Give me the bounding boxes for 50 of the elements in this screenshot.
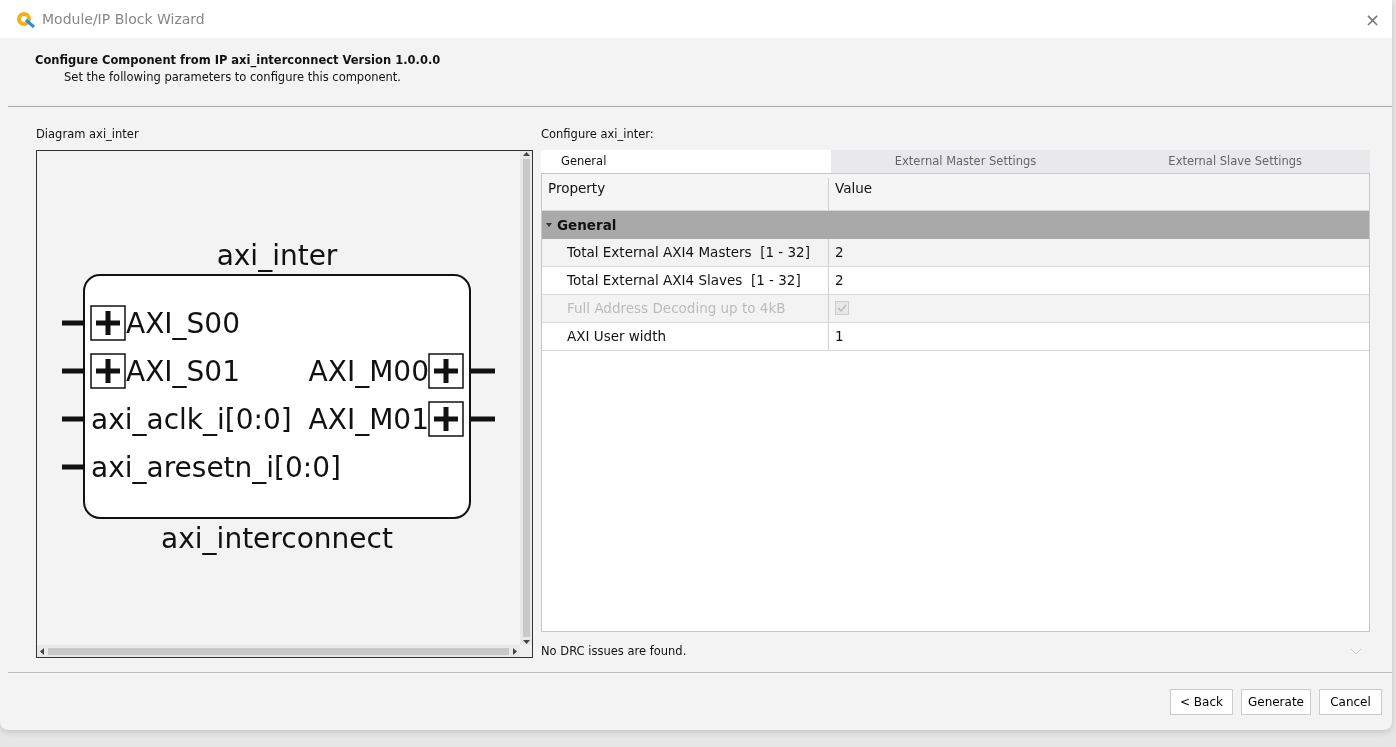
port-label: AXI_S00 xyxy=(126,307,240,340)
horizontal-scrollbar[interactable] xyxy=(37,645,520,657)
port-stub xyxy=(62,320,84,326)
instance-name: axi_inter xyxy=(216,239,338,272)
scroll-up-icon[interactable] xyxy=(522,151,530,157)
port-stub xyxy=(62,368,84,374)
footer-button[interactable]: Generate xyxy=(1240,688,1311,715)
port-stub xyxy=(470,416,495,422)
footer-button[interactable]: < Back xyxy=(1169,688,1233,715)
expand-icon[interactable] xyxy=(428,401,464,437)
tab[interactable]: External Master Settings xyxy=(830,149,1101,173)
column-header: Property xyxy=(548,178,606,198)
vertical-scrollbar[interactable] xyxy=(520,151,532,645)
page-title: Configure Component from IP axi_interconnect Version 1.0.0.0 xyxy=(35,52,442,70)
caret-icon[interactable] xyxy=(545,220,553,229)
property-value[interactable]: 1 xyxy=(835,328,844,345)
port-label: axi_aclk_i[0:0] xyxy=(91,403,292,436)
port-label: AXI_S01 xyxy=(126,355,240,388)
port-label: AXI_M00 xyxy=(308,355,429,388)
property-name: AXI User width xyxy=(567,327,667,347)
column-header: Value xyxy=(834,178,874,198)
diagram-label: Diagram axi_inter xyxy=(36,127,139,141)
expand-icon[interactable] xyxy=(428,353,464,389)
footer-button[interactable]: Cancel xyxy=(1319,688,1382,715)
expand-icon[interactable] xyxy=(90,305,126,341)
port-label: AXI_M01 xyxy=(308,403,429,436)
property-name: Full Address Decoding up to 4kB xyxy=(567,299,786,319)
group-label: General xyxy=(557,215,617,235)
port-label: axi_aresetn_i[0:0] xyxy=(91,451,342,484)
expand-icon[interactable] xyxy=(90,353,126,389)
port-stub xyxy=(62,416,84,422)
module-name: axi_interconnect xyxy=(161,522,393,555)
drc-status: No DRC issues are found. xyxy=(541,643,687,661)
scroll-down-icon[interactable] xyxy=(522,639,530,645)
scroll-left-icon[interactable] xyxy=(39,647,45,655)
tab[interactable]: General xyxy=(541,149,831,173)
scroll-right-icon[interactable] xyxy=(512,647,518,655)
group-row[interactable]: General xyxy=(542,210,1369,239)
window-title: Module/IP Block Wizard xyxy=(42,9,205,29)
page-subtitle: Set the following parameters to configure this component. xyxy=(63,69,403,87)
property-name: Total External AXI4 Masters [1 - 32] xyxy=(567,243,810,263)
close-button[interactable]: × xyxy=(1358,4,1386,34)
property-value[interactable]: 2 xyxy=(835,244,844,261)
port-stub xyxy=(470,368,495,374)
tab[interactable]: External Slave Settings xyxy=(1100,149,1370,173)
config-label: Configure axi_inter: xyxy=(541,127,654,141)
chevron-icon xyxy=(1350,648,1362,656)
port-stub xyxy=(62,464,84,470)
property-name: Total External AXI4 Slaves [1 - 32] xyxy=(567,271,801,291)
property-value[interactable]: 2 xyxy=(835,272,844,289)
